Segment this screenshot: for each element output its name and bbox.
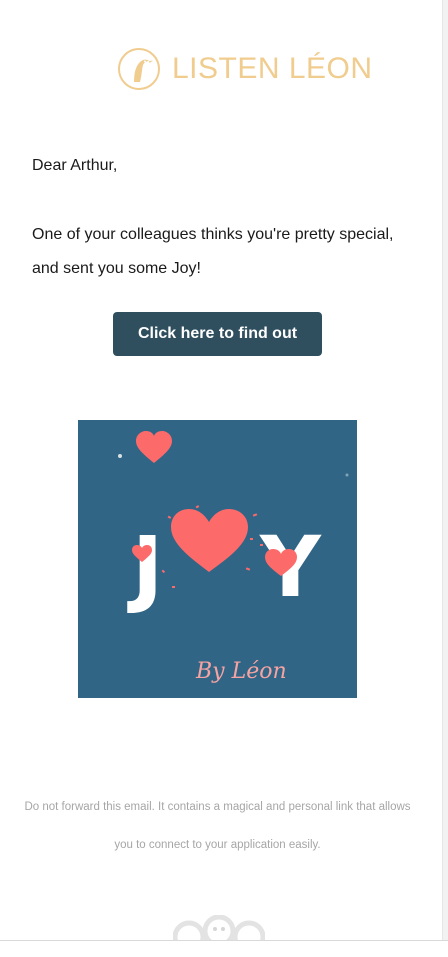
- bottom-bar: [0, 940, 448, 957]
- sparkle-icon: [118, 454, 122, 458]
- footer-note: Do not forward this email. It contains a…: [24, 801, 411, 851]
- floating-heart-icon: [136, 431, 172, 463]
- leon-characters-icon: [173, 915, 265, 941]
- scrollbar[interactable]: [442, 0, 448, 940]
- find-out-button[interactable]: Click here to find out: [113, 312, 322, 356]
- email-body: LISTEN LÉON Dear Arthur, One of your col…: [0, 0, 443, 941]
- joy-card-image: J Y By Léon: [78, 420, 357, 698]
- greeting: Dear Arthur,: [32, 157, 118, 174]
- brand-header[interactable]: LISTEN LÉON: [116, 45, 373, 93]
- bird-circle-logo-icon: [118, 48, 160, 90]
- message-text: One of your colleagues thinks you're pre…: [32, 226, 394, 277]
- joy-letter-j: J: [127, 518, 163, 616]
- signature-text: By Léon: [195, 659, 287, 684]
- big-heart-icon: [171, 509, 248, 572]
- sparkle-icon: [345, 473, 349, 477]
- brand-name: LISTEN LÉON: [172, 52, 373, 85]
